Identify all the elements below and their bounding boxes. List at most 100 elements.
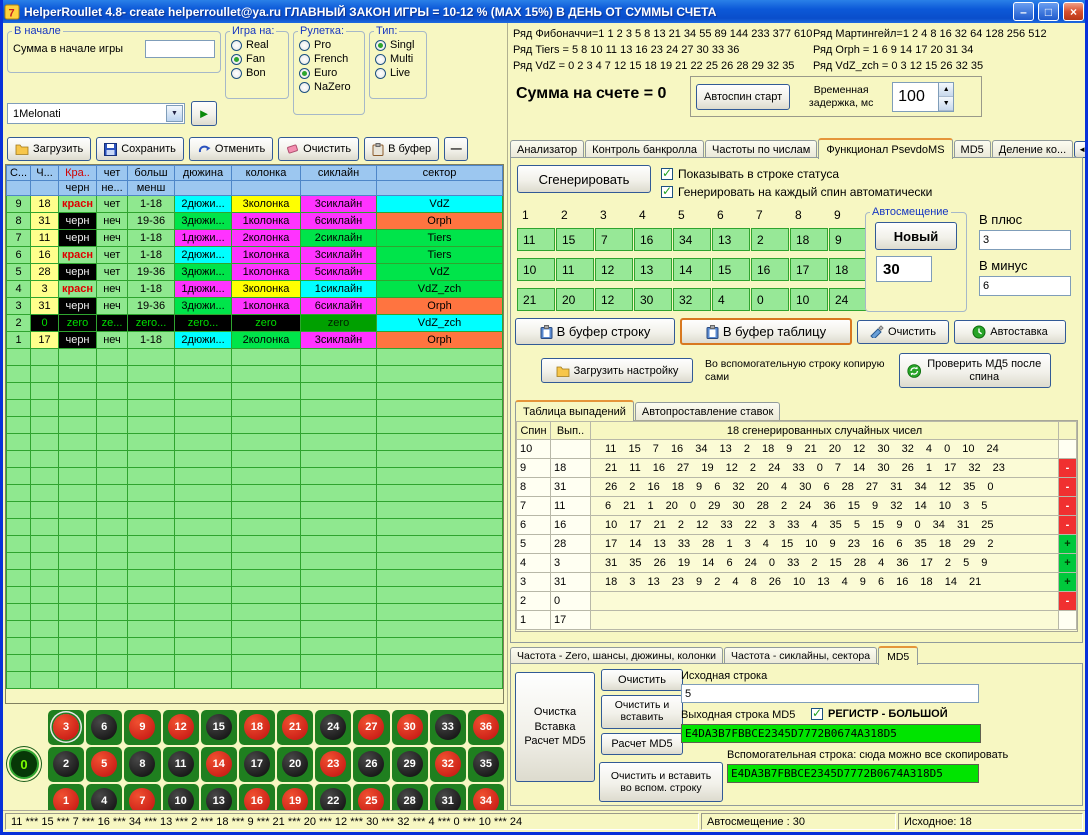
tab-функционал-psevdoms[interactable]: Функционал PsevdoMS — [818, 138, 952, 159]
history-cell — [31, 570, 59, 587]
chevron-down-icon[interactable]: ▼ — [166, 105, 183, 122]
radio-real[interactable]: Real — [226, 38, 288, 52]
roulette-number[interactable]: 11 — [168, 751, 194, 777]
history-cell — [232, 434, 301, 451]
fall-row: 117 — [517, 611, 1077, 630]
md5-calc-button[interactable]: Расчет MD5 — [601, 733, 683, 755]
gen-cell: 15 — [556, 228, 594, 251]
history-cell: zero — [301, 315, 377, 332]
tab-md5[interactable]: MD5 — [878, 646, 918, 665]
preset-combobox[interactable]: 1Melonati ▼ — [7, 103, 185, 124]
maximize-button[interactable]: □ — [1038, 2, 1059, 21]
delay-label: Временная задержка, мс — [796, 84, 886, 108]
titlebar: 7 HelperRoullet 4.8- create helperroulle… — [0, 0, 1088, 23]
fall-cell: 31 — [551, 573, 591, 592]
radio-live[interactable]: Live — [370, 66, 426, 80]
source-input[interactable] — [681, 684, 979, 703]
clear-generated-button[interactable]: Очистить — [857, 320, 949, 344]
plus-input[interactable] — [979, 230, 1071, 250]
folder-icon — [15, 143, 29, 155]
roulette-number[interactable]: 30 — [397, 714, 423, 740]
roulette-number[interactable]: 5 — [91, 751, 117, 777]
roulette-number[interactable]: 29 — [397, 751, 423, 777]
spinner-down-button[interactable]: ▼ — [939, 97, 953, 111]
fall-cell: + — [1059, 554, 1077, 573]
radio-pro[interactable]: Pro — [294, 38, 364, 52]
load-settings-button[interactable]: Загрузить настройку — [541, 358, 693, 383]
history-empty-row — [7, 570, 503, 587]
tabs-scroll-left-button[interactable]: ◄ — [1074, 141, 1088, 158]
clipboard-icon — [706, 325, 719, 339]
save-button[interactable]: Сохранить — [96, 137, 184, 161]
check-md5-button[interactable]: Проверить МД5 после спина — [899, 353, 1051, 388]
roulette-number[interactable]: 35 — [473, 751, 499, 777]
tab-md5[interactable]: MD5 — [954, 140, 991, 158]
checkbox-show-in-status[interactable]: Показывать в строке статуса — [661, 167, 839, 181]
roulette-number[interactable]: 17 — [244, 751, 270, 777]
delay-spinner[interactable]: 100 ▲ ▼ — [892, 82, 954, 112]
close-button[interactable]: × — [1063, 2, 1084, 21]
roulette-number[interactable]: 6 — [91, 714, 117, 740]
roulette-number[interactable]: 8 — [129, 751, 155, 777]
radio-french[interactable]: French — [294, 52, 364, 66]
register-checkbox[interactable]: РЕГИСТР - БОЛЬШОЙ — [811, 708, 948, 720]
tab-частоты-по-числам[interactable]: Частоты по числам — [705, 140, 817, 158]
radio-singl[interactable]: Singl — [370, 38, 426, 52]
md5-big-button[interactable]: Очистка Вставка Расчет MD5 — [515, 672, 595, 782]
roulette-number[interactable]: 32 — [435, 751, 461, 777]
roulette-number[interactable]: 33 — [435, 714, 461, 740]
roulette-number[interactable]: 36 — [473, 714, 499, 740]
buffer-table-button[interactable]: В буфер таблицу — [680, 318, 852, 345]
collapse-button[interactable]: — — [444, 137, 468, 161]
roulette-number[interactable]: 3 — [53, 714, 79, 740]
roulette-zero[interactable]: 0 — [9, 749, 39, 779]
roulette-number[interactable]: 12 — [168, 714, 194, 740]
checkbox-generate-each-spin[interactable]: Генерировать на каждый спин автоматическ… — [661, 185, 932, 199]
roulette-number[interactable]: 20 — [282, 751, 308, 777]
clear-button[interactable]: Очистить — [278, 137, 359, 161]
minus-input[interactable] — [979, 276, 1071, 296]
roulette-number[interactable]: 2 — [53, 751, 79, 777]
radio-euro[interactable]: Euro — [294, 66, 364, 80]
radio-bon[interactable]: Bon — [226, 66, 288, 80]
tab-автопроставление-ставок[interactable]: Автопроставление ставок — [635, 402, 780, 420]
roulette-number[interactable]: 9 — [129, 714, 155, 740]
tab-контроль-банкролла[interactable]: Контроль банкролла — [585, 140, 704, 158]
tab-частота-zero-шансы-дюжины-колонки[interactable]: Частота - Zero, шансы, дюжины, колонки — [510, 647, 723, 664]
tab-анализатор[interactable]: Анализатор — [510, 140, 584, 158]
history-header-cell: колонка — [232, 166, 301, 181]
load-button[interactable]: Загрузить — [7, 137, 91, 161]
checkbox-icon — [811, 708, 823, 720]
md5-clear-paste-aux-button[interactable]: Очистить и вставить во вспом. строку — [599, 762, 723, 802]
start-sum-input[interactable] — [145, 40, 215, 58]
autobet-button[interactable]: Автоставка — [954, 320, 1066, 344]
tab-частота-сиклайны-сектора[interactable]: Частота - сиклайны, сектора — [724, 647, 877, 664]
roulette-number[interactable]: 27 — [358, 714, 384, 740]
gen-cell: 16 — [634, 228, 672, 251]
roulette-number[interactable]: 26 — [358, 751, 384, 777]
roulette-number[interactable]: 21 — [282, 714, 308, 740]
to-buffer-button[interactable]: В буфер — [364, 137, 439, 161]
minimize-button[interactable]: – — [1013, 2, 1034, 21]
autospin-start-button[interactable]: Автоспин старт — [696, 84, 790, 110]
undo-button[interactable]: Отменить — [189, 137, 273, 161]
md5-aux-field[interactable]: E4DA3B7FBBCE2345D7772B0674A318D5 — [727, 764, 979, 783]
generate-button[interactable]: Сгенерировать — [517, 165, 651, 193]
roulette-number[interactable]: 24 — [320, 714, 346, 740]
tab-деление-ко-[interactable]: Деление ко... — [992, 140, 1073, 158]
roulette-number[interactable]: 23 — [320, 751, 346, 777]
md5-clear-button[interactable]: Очистить — [601, 669, 683, 691]
roulette-number[interactable]: 18 — [244, 714, 270, 740]
autoshift-value[interactable]: 30 — [876, 256, 932, 282]
tab-таблица-выпадений[interactable]: Таблица выпадений — [515, 400, 634, 421]
roulette-number[interactable]: 14 — [206, 751, 232, 777]
play-button[interactable]: ► — [191, 101, 217, 126]
md5-clear-paste-button[interactable]: Очистить и вставить — [601, 695, 683, 729]
roulette-number[interactable]: 15 — [206, 714, 232, 740]
new-button[interactable]: Новый — [875, 222, 957, 250]
spinner-up-button[interactable]: ▲ — [939, 83, 953, 97]
buffer-row-button[interactable]: В буфер строку — [515, 318, 675, 345]
radio-nazero[interactable]: NaZero — [294, 80, 364, 94]
radio-multi[interactable]: Multi — [370, 52, 426, 66]
radio-fan[interactable]: Fan — [226, 52, 288, 66]
